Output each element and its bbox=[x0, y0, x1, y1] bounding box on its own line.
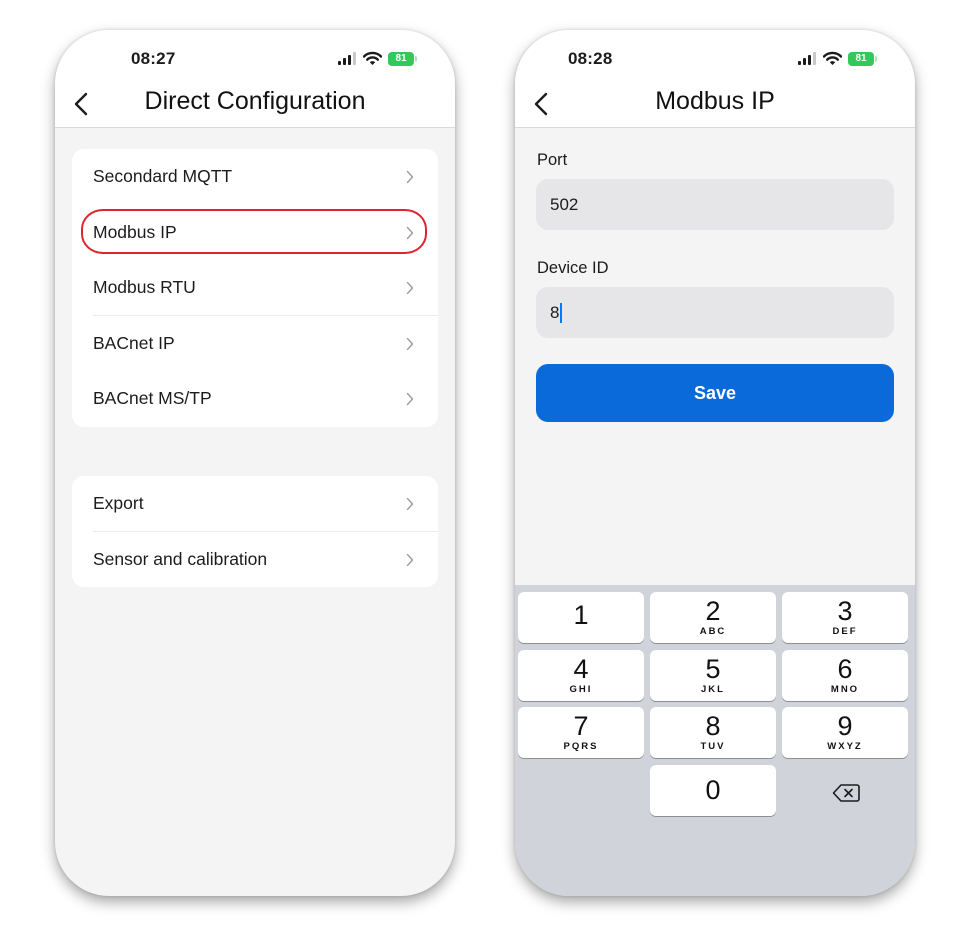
key-digit: 1 bbox=[573, 600, 589, 630]
key-letters: DEF bbox=[832, 626, 858, 637]
wifi-icon bbox=[823, 51, 842, 65]
key-8[interactable]: 8 TUV bbox=[650, 707, 776, 758]
key-3[interactable]: 3 DEF bbox=[782, 592, 908, 643]
battery-level: 81 bbox=[388, 52, 414, 66]
status-icons: 81 bbox=[798, 51, 877, 66]
key-0[interactable]: 0 bbox=[650, 765, 776, 816]
chevron-right-icon bbox=[406, 392, 414, 406]
port-input[interactable]: 502 bbox=[536, 179, 894, 230]
battery-icon: 81 bbox=[388, 52, 417, 66]
chevron-right-icon bbox=[406, 553, 414, 566]
port-label: Port bbox=[537, 151, 568, 169]
key-5[interactable]: 5 JKL bbox=[650, 650, 776, 701]
numeric-keyboard: 1 2 ABC 3 DEF 4 GHI 5 JKL 6 MNO 7 PQRS 8 TUV 9W… bbox=[515, 585, 915, 896]
list-item-sensor-calibration[interactable]: Sensor and calibration bbox=[72, 532, 438, 588]
list-item-label: Sensor and calibration bbox=[93, 548, 268, 569]
device-id-label: Device ID bbox=[537, 259, 609, 277]
list-item-label: BACnet MS/TP bbox=[93, 388, 212, 408]
key-digit: 9 bbox=[837, 711, 853, 741]
delete-key-icon[interactable] bbox=[832, 783, 860, 803]
page-title: Direct Configuration bbox=[144, 87, 366, 115]
chevron-right-icon bbox=[406, 337, 414, 350]
key-digit: 7 bbox=[573, 711, 589, 741]
config-list-secondary: Export Sensor and calibration bbox=[72, 476, 438, 587]
list-item-bacnet-ip[interactable]: BACnet IP bbox=[72, 316, 438, 372]
key-digit: 3 bbox=[837, 596, 853, 626]
status-icons: 81 bbox=[338, 51, 417, 66]
key-letters: MNO bbox=[830, 684, 860, 695]
chevron-right-icon bbox=[406, 226, 414, 239]
text-cursor bbox=[560, 303, 562, 323]
key-6[interactable]: 6 MNO bbox=[782, 650, 908, 701]
list-item-modbus-rtu[interactable]: Modbus RTU bbox=[72, 260, 438, 316]
chevron-right-icon bbox=[406, 497, 414, 511]
key-digit: 2 bbox=[705, 596, 721, 626]
battery-level: 81 bbox=[848, 52, 874, 66]
right-phone-screen: 08:28 81 Modbus IP Port 502 Device ID 8 bbox=[515, 30, 915, 896]
list-item-label: Modbus RTU bbox=[93, 277, 196, 297]
signal-icon bbox=[798, 52, 816, 66]
list-item-modbus-ip[interactable]: Modbus IP bbox=[72, 205, 438, 261]
key-digit: 6 bbox=[837, 654, 853, 684]
page-title: Modbus IP bbox=[655, 87, 775, 115]
save-button[interactable]: Save bbox=[536, 364, 894, 422]
navigation-bar: 08:27 81 Direct Configuration bbox=[55, 30, 455, 128]
key-7[interactable]: 7 PQRS bbox=[518, 707, 644, 758]
list-item-bacnet-mstp[interactable]: BACnet MS/TP bbox=[72, 371, 438, 427]
signal-icon bbox=[338, 52, 356, 66]
status-time: 08:27 bbox=[131, 49, 176, 68]
key-letters: WXYZ bbox=[827, 741, 863, 752]
list-item-label: Secondard MQTT bbox=[93, 166, 233, 186]
key-1[interactable]: 1 bbox=[518, 592, 644, 643]
list-item-export[interactable]: Export bbox=[72, 476, 438, 532]
left-phone-screen: 08:27 81 Direct Configuration Secondard … bbox=[55, 30, 455, 896]
key-letters: ABC bbox=[699, 626, 727, 637]
device-id-value: 8 bbox=[550, 303, 560, 322]
key-letters: JKL bbox=[701, 684, 725, 695]
key-4[interactable]: 4 GHI bbox=[518, 650, 644, 701]
key-digit: 4 bbox=[573, 654, 589, 684]
key-letters: TUV bbox=[700, 741, 726, 752]
list-item-label: BACnet IP bbox=[93, 332, 175, 353]
list-item-label: Modbus IP bbox=[93, 221, 177, 242]
config-list-primary: Secondard MQTT Modbus IP Modbus RTU BACn… bbox=[72, 149, 438, 427]
chevron-right-icon bbox=[406, 170, 414, 184]
status-time: 08:28 bbox=[568, 49, 613, 68]
chevron-right-icon bbox=[406, 281, 414, 295]
key-letters: PQRS bbox=[563, 741, 599, 752]
list-item-secondard-mqtt[interactable]: Secondard MQTT bbox=[72, 149, 438, 205]
key-digit: 5 bbox=[705, 654, 721, 684]
key-9[interactable]: 9 WXYZ bbox=[782, 707, 908, 758]
key-digit: 0 bbox=[705, 775, 721, 805]
list-item-label: Export bbox=[93, 493, 144, 513]
navigation-bar: 08:28 81 Modbus IP bbox=[515, 30, 915, 128]
battery-icon: 81 bbox=[848, 52, 877, 66]
wifi-icon bbox=[363, 51, 382, 65]
key-letters: GHI bbox=[569, 684, 593, 695]
key-digit: 8 bbox=[705, 711, 721, 741]
device-id-input[interactable]: 8 bbox=[536, 287, 894, 338]
port-value: 502 bbox=[550, 195, 579, 214]
key-2[interactable]: 2 ABC bbox=[650, 592, 776, 643]
